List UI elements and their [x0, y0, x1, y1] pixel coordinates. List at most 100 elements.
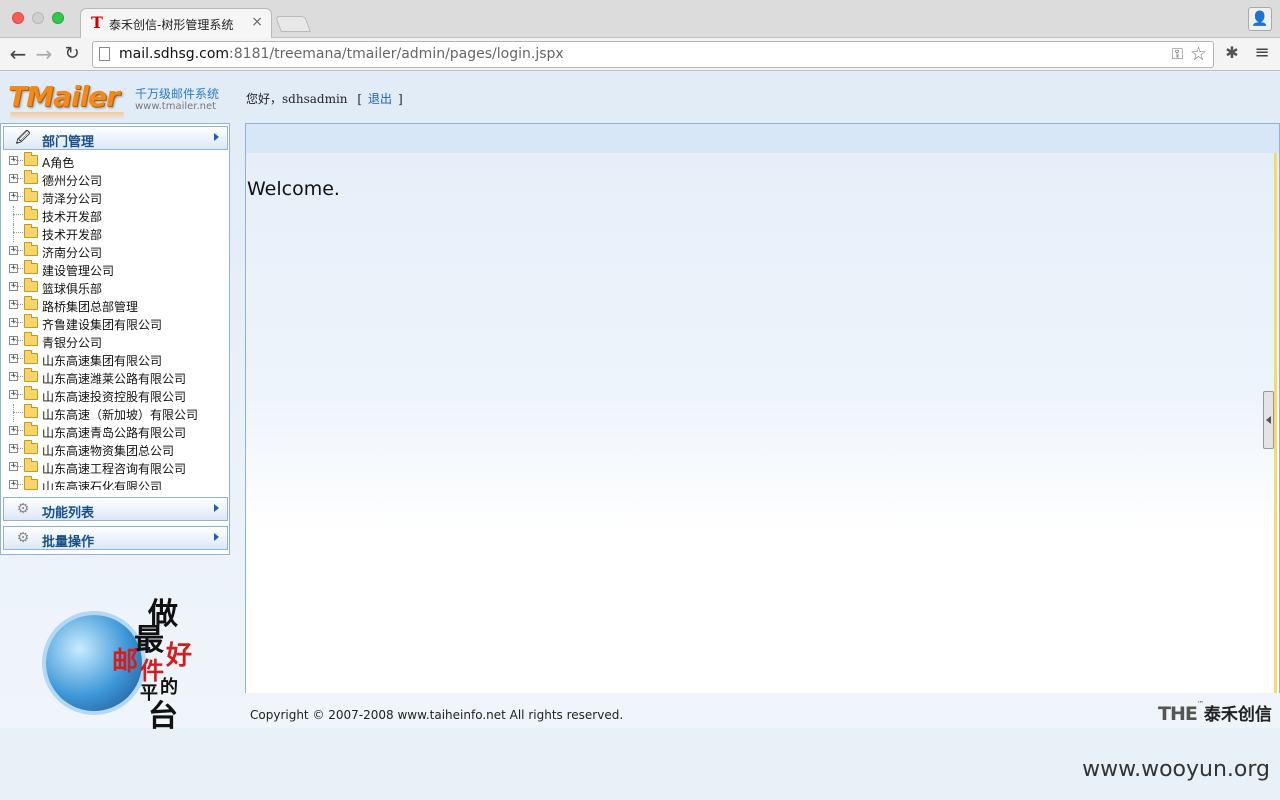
tree-node[interactable]: 技术开发部	[3, 206, 227, 224]
main-body: Welcome.	[246, 153, 1279, 693]
tree-node[interactable]: + 建设管理公司	[3, 260, 227, 278]
watermark-text: www.wooyun.org	[1082, 757, 1270, 782]
accordion-dept-header[interactable]: 🖉 部门管理	[3, 126, 228, 150]
tree-node-label[interactable]: 山东高速物资集团总公司	[42, 442, 174, 459]
collapse-arrow-icon	[1266, 416, 1271, 424]
tree-node[interactable]: + 德州分公司	[3, 170, 227, 188]
expand-arrow-icon	[214, 504, 219, 512]
tree-node-label[interactable]: 路桥集团总部管理	[42, 298, 138, 315]
new-tab-button[interactable]	[275, 16, 311, 32]
tree-node-label[interactable]: 山东高速石化有限公司	[42, 478, 162, 490]
tree-connector	[13, 466, 23, 467]
folder-icon	[24, 368, 38, 382]
tree-node-label[interactable]: 齐鲁建设集团有限公司	[42, 316, 162, 333]
tree-node[interactable]: + 山东高速工程咨询有限公司	[3, 458, 227, 476]
gear-icon: ⚙	[16, 501, 30, 517]
tree-connector	[13, 304, 23, 305]
folder-icon	[24, 296, 38, 310]
copyright-text: Copyright © 2007-2008 www.taiheinfo.net …	[250, 708, 624, 722]
tree-node-label[interactable]: 山东高速集团有限公司	[42, 352, 162, 369]
star-icon[interactable]: ☆	[1190, 43, 1207, 65]
tree-node-label[interactable]: 山东高速投资控股有限公司	[42, 388, 186, 405]
company-logo-name: 泰禾创信	[1203, 705, 1272, 725]
logo-tagline: 千万级邮件系统	[135, 87, 220, 101]
company-logo-the: THE	[1158, 703, 1198, 725]
tree-node[interactable]: 技术开发部	[3, 224, 227, 242]
slogan-char: 邮	[112, 647, 139, 677]
forward-arrow-icon[interactable]: →	[32, 42, 56, 66]
tree-connector	[13, 376, 23, 377]
tree-node-label[interactable]: 德州分公司	[42, 172, 102, 189]
tree-node[interactable]: + 山东高速投资控股有限公司	[3, 386, 227, 404]
panel-splitter-handle[interactable]	[1263, 391, 1274, 449]
left-panel: 🖉 部门管理 + A角色 + 德州分公司 + 菏泽分公司 技术开发部 技术开发部 + 济南分公司 +…	[0, 123, 230, 555]
tree-node[interactable]: + 济南分公司	[3, 242, 227, 260]
url-text: mail.sdhsg.com:8181/treemana/tmailer/adm…	[119, 46, 564, 62]
hamburger-menu-icon[interactable]: ≡	[1252, 43, 1272, 63]
tree-node-label[interactable]: 建设管理公司	[42, 262, 114, 279]
app-root: TMailer 千万级邮件系统 www.tmailer.net 您好，sdhsa…	[0, 72, 1280, 734]
bracket-close: ]	[398, 92, 403, 106]
tab-close-icon[interactable]: ×	[251, 14, 263, 30]
department-tree: + A角色 + 德州分公司 + 菏泽分公司 技术开发部 技术开发部 + 济南分公司 + 建设管理公司 +…	[3, 152, 227, 490]
folder-icon	[24, 404, 38, 418]
tree-node-label[interactable]: 青银分公司	[42, 334, 102, 351]
address-bar[interactable]: mail.sdhsg.com:8181/treemana/tmailer/adm…	[92, 41, 1214, 68]
tree-node-label[interactable]: 篮球俱乐部	[42, 280, 102, 297]
key-icon[interactable]: ⚿	[1172, 45, 1183, 63]
tree-node[interactable]: 山东高速（新加坡）有限公司	[3, 404, 227, 422]
logout-link[interactable]: 退出	[368, 92, 392, 106]
folder-icon	[24, 278, 38, 292]
folder-icon	[24, 350, 38, 364]
tree-connector	[13, 448, 23, 449]
tree-node[interactable]: + 菏泽分公司	[3, 188, 227, 206]
tree-node-label[interactable]: 技术开发部	[42, 208, 102, 225]
browser-tab[interactable]: T 泰禾创信-树形管理系统 ×	[80, 8, 272, 38]
tree-connector	[13, 196, 23, 197]
tree-connector	[13, 412, 23, 413]
tree-node-label[interactable]: 山东高速（新加坡）有限公司	[42, 406, 198, 423]
tree-node[interactable]: + 齐鲁建设集团有限公司	[3, 314, 227, 332]
tree-node[interactable]: + A角色	[3, 152, 227, 170]
accordion-dept-title: 部门管理	[42, 135, 95, 150]
tree-connector	[13, 340, 23, 341]
tree-node[interactable]: + 山东高速潍莱公路有限公司	[3, 368, 227, 386]
tree-node-label[interactable]: 技术开发部	[42, 226, 102, 243]
tree-connector	[13, 178, 23, 179]
profile-icon[interactable]: 👤	[1248, 7, 1272, 31]
accordion-function-header[interactable]: ⚙ 功能列表	[3, 497, 228, 521]
tree-connector	[13, 160, 23, 161]
main-header-bar	[246, 124, 1279, 153]
tree-node-label[interactable]: 菏泽分公司	[42, 190, 102, 207]
back-arrow-icon[interactable]: ←	[6, 42, 30, 66]
window-minimize-button[interactable]	[32, 12, 44, 24]
reload-icon[interactable]: ↻	[60, 42, 84, 66]
tree-node[interactable]: + 路桥集团总部管理	[3, 296, 227, 314]
folder-icon	[24, 260, 38, 274]
tree-node-label[interactable]: A角色	[42, 154, 74, 171]
accordion-function-title: 功能列表	[42, 506, 95, 521]
tree-node-label[interactable]: 山东高速潍莱公路有限公司	[42, 370, 186, 387]
tree-node[interactable]: + 青银分公司	[3, 332, 227, 350]
window-close-button[interactable]	[12, 12, 24, 24]
folder-icon	[24, 314, 38, 328]
logo-url: www.tmailer.net	[135, 101, 217, 112]
tree-node[interactable]: + 山东高速石化有限公司	[3, 476, 227, 490]
dept-management-icon: 🖉	[15, 130, 31, 146]
window-zoom-button[interactable]	[52, 12, 64, 24]
folder-icon	[24, 440, 38, 454]
bracket-open: [	[357, 92, 363, 106]
extension-icon[interactable]: ✱	[1222, 43, 1242, 63]
accordion-batch-header[interactable]: ⚙ 批量操作	[3, 526, 228, 550]
tree-node-label[interactable]: 济南分公司	[42, 244, 102, 261]
tree-node[interactable]: + 篮球俱乐部	[3, 278, 227, 296]
folder-icon	[24, 476, 38, 490]
folder-icon	[24, 224, 38, 238]
tree-node-label[interactable]: 山东高速青岛公路有限公司	[42, 424, 186, 441]
expand-arrow-icon	[214, 533, 219, 541]
tree-node-label[interactable]: 山东高速工程咨询有限公司	[42, 460, 186, 477]
tree-node[interactable]: + 山东高速物资集团总公司	[3, 440, 227, 458]
folder-icon	[24, 458, 38, 472]
tree-node[interactable]: + 山东高速青岛公路有限公司	[3, 422, 227, 440]
tree-node[interactable]: + 山东高速集团有限公司	[3, 350, 227, 368]
